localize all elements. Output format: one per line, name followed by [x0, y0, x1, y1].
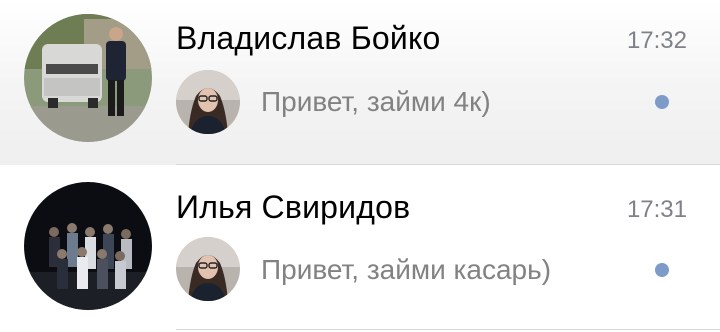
last-message: Привет, займи 4к): [261, 86, 491, 117]
unread-indicator-icon: [655, 263, 669, 277]
contact-avatar-icon[interactable]: [24, 182, 152, 310]
conversation-list: Владислав Бойко 17:32 Привет, займи 4к): [0, 0, 720, 332]
divider: [176, 329, 720, 330]
message-time: 17:31: [626, 196, 687, 223]
conversation-row[interactable]: Илья Свиридов 17:31 Привет, займи касарь…: [0, 165, 720, 330]
contact-name: Илья Свиридов: [176, 189, 411, 225]
sender-avatar-icon: [176, 237, 240, 301]
conversation-row[interactable]: Владислав Бойко 17:32 Привет, займи 4к): [0, 0, 720, 165]
contact-name: Владислав Бойко: [176, 20, 441, 56]
contact-avatar-icon[interactable]: [24, 14, 152, 142]
sender-avatar-icon: [176, 70, 240, 134]
last-message: Привет, займи касарь): [261, 254, 552, 285]
message-time: 17:32: [626, 27, 687, 54]
unread-indicator-icon: [655, 95, 669, 109]
